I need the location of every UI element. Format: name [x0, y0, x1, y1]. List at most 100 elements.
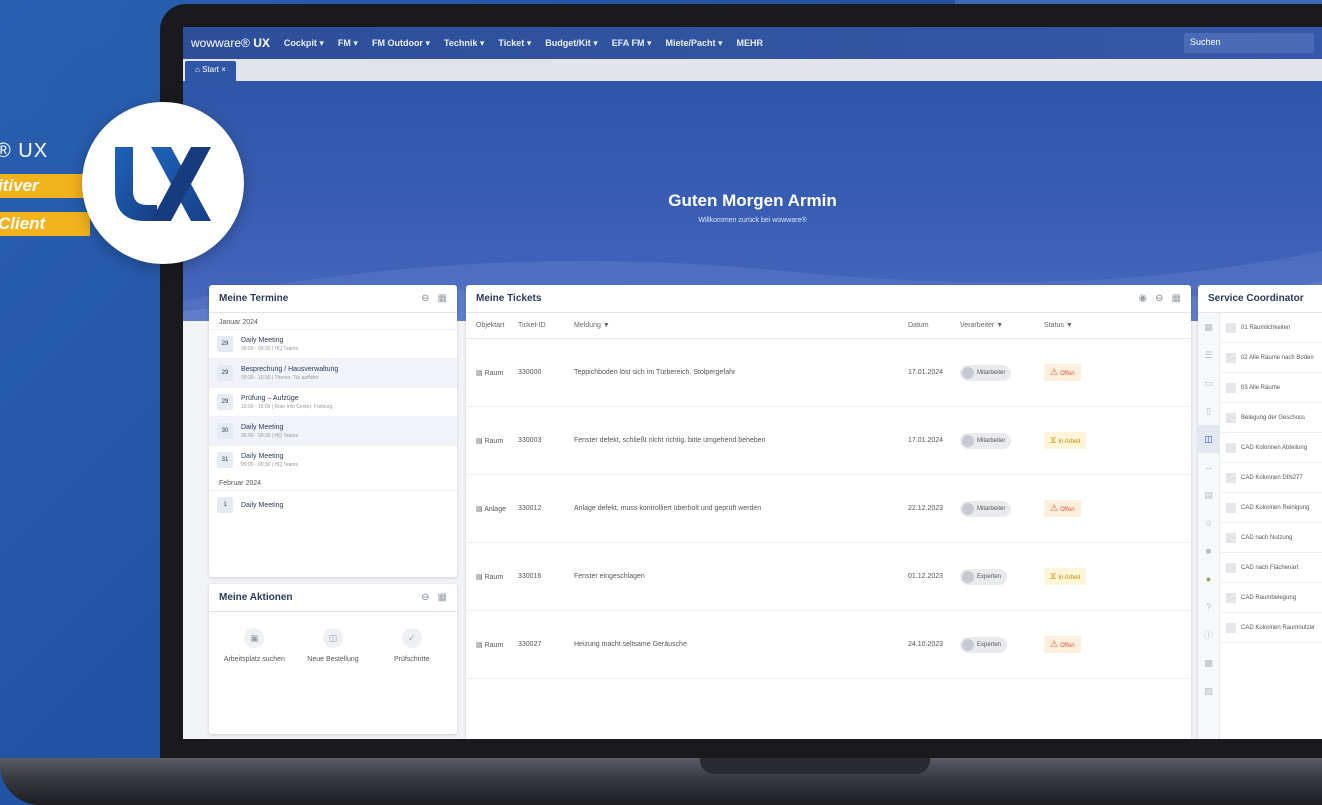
- document-icon[interactable]: ▤: [1198, 481, 1219, 509]
- minus-icon[interactable]: ⊖: [421, 293, 429, 304]
- nav-item-budget[interactable]: Budget/Kit: [545, 38, 598, 49]
- item-label: CAD nach Flächenart: [1241, 564, 1299, 571]
- assignee-chip[interactable]: Mitarbeiter: [960, 364, 1012, 381]
- cell-datum: 01.12.2023: [908, 573, 944, 580]
- list-item[interactable]: 03 Alle Räume: [1220, 373, 1322, 403]
- brand-logo[interactable]: wowware® UX: [191, 36, 270, 50]
- table-row[interactable]: ▤ Raum 330003 Fenster defekt, schließt nic…: [466, 407, 1191, 475]
- cell-type: Raum: [484, 437, 504, 445]
- minus-icon[interactable]: ⊖: [421, 592, 429, 603]
- cell-status: ⚠ Offen: [1044, 500, 1104, 517]
- action-arbeitsplatz-suchen[interactable]: ▣ Arbeitsplatz suchen: [219, 628, 289, 663]
- monitor-icon: ▣: [244, 628, 265, 648]
- nav-item-miete-pacht[interactable]: Miete/Pacht: [665, 38, 722, 49]
- col-meldung[interactable]: Meldung ▼: [574, 322, 894, 329]
- close-icon[interactable]: ×: [221, 65, 226, 74]
- help-icon[interactable]: ?: [1198, 593, 1219, 621]
- users-icon[interactable]: ☺: [1198, 509, 1219, 537]
- aktionen-header: Meine Aktionen ⊖ ▦: [209, 584, 457, 612]
- brand-ux: UX: [253, 36, 270, 50]
- door-icon[interactable]: ▯: [1198, 397, 1219, 425]
- assignee-chip[interactable]: Mitarbeiter: [960, 500, 1012, 517]
- list-item[interactable]: CAD Kolonnen Abteilung: [1220, 433, 1322, 463]
- tab-start[interactable]: ⌂ Start ×: [185, 61, 236, 81]
- appointment-title: Besprechung / Hausverwaltung: [241, 365, 339, 373]
- cell-ticket-id: 330012: [518, 505, 542, 512]
- appointment-detail: 09:00 - 09:30 | HQ Teams: [241, 461, 299, 468]
- list-item[interactable]: CAD Raumbelegung: [1220, 583, 1322, 613]
- cell-status: ⧖ In Arbeit: [1044, 432, 1104, 449]
- assignee-chip[interactable]: Mitarbeiter: [960, 432, 1012, 449]
- eye-icon[interactable]: ◉: [1138, 293, 1147, 304]
- building-icon[interactable]: ▭: [1198, 369, 1219, 397]
- list-icon[interactable]: ☰: [1198, 341, 1219, 369]
- action-neue-bestellung[interactable]: ◫ Neue Bestellung: [298, 628, 368, 663]
- col-objektart[interactable]: Objektart: [476, 322, 518, 329]
- table-icon[interactable]: ▧: [1198, 677, 1219, 705]
- filter-icon[interactable]: ▼: [1066, 322, 1073, 329]
- info-icon[interactable]: ⓘ: [1198, 621, 1219, 649]
- col-verarbeiter[interactable]: Verarbeiter ▼: [960, 322, 1044, 329]
- appointment-item[interactable]: 1 Daily Meeting: [209, 490, 457, 519]
- col-status[interactable]: Status ▼: [1044, 322, 1104, 329]
- appointment-item[interactable]: 29 Besprechung / Hausverwaltung 09:30 - 1…: [209, 358, 457, 387]
- nav-item-efa-fm[interactable]: EFA FM: [612, 38, 652, 49]
- list-item[interactable]: CAD nach Flächenart: [1220, 553, 1322, 583]
- grid-icon[interactable]: ▦: [1172, 293, 1181, 304]
- minus-icon[interactable]: ⊖: [1155, 293, 1163, 304]
- grid-icon[interactable]: ▦: [438, 293, 447, 304]
- nav-item-fm[interactable]: FM: [338, 38, 358, 49]
- status-badge: ⚠ Offen: [1044, 364, 1081, 381]
- list-item[interactable]: CAD Kolonnen Raumnutzer: [1220, 613, 1322, 643]
- grid-icon[interactable]: ▦: [438, 592, 447, 603]
- filter-icon[interactable]: ▼: [996, 322, 1003, 329]
- object-icon: ▤: [476, 369, 483, 377]
- filter-icon[interactable]: ▼: [603, 322, 610, 329]
- list-item[interactable]: 02 Alle Räume nach Boden: [1220, 343, 1322, 373]
- item-label: 03 Alle Räume: [1241, 384, 1281, 391]
- nav-item-ticket[interactable]: Ticket: [498, 38, 531, 49]
- nav-item-fm-outdoor[interactable]: FM Outdoor: [372, 38, 430, 49]
- square-icon[interactable]: ■: [1198, 537, 1219, 565]
- cell-meldung: Heizung macht seltsame Geräusche: [574, 641, 687, 648]
- cell-ticket-id: 330027: [518, 641, 542, 648]
- image-icon[interactable]: ▩: [1198, 649, 1219, 677]
- grid-icon[interactable]: ▦: [1198, 313, 1219, 341]
- list-item[interactable]: CAD Kolonnen DIN277: [1220, 463, 1322, 493]
- folder-icon[interactable]: ◫: [1198, 425, 1219, 453]
- assignee-chip[interactable]: Experten: [960, 568, 1008, 585]
- status-badge: ⚠ Offen: [1044, 500, 1081, 517]
- nav-item-technik[interactable]: Technik: [444, 38, 484, 49]
- search-input[interactable]: Suchen: [1184, 33, 1314, 53]
- item-icon: [1226, 412, 1236, 423]
- table-row[interactable]: ▤ Anlage 330012 Anlage defekt, muss kontro…: [466, 475, 1191, 543]
- list-item[interactable]: 01 Räumlichkeiten: [1220, 313, 1322, 343]
- avatar: [962, 434, 974, 447]
- appointment-item[interactable]: 29 Prüfung – Aufzüge 10:00 - 16:00 | Rote…: [209, 387, 457, 416]
- nav-item-more[interactable]: MEHR: [737, 38, 764, 48]
- table-row[interactable]: ▤ Raum 330027 Heizung macht seltsame Geräu…: [466, 611, 1191, 679]
- cell-objektart: ▤ Raum: [476, 369, 518, 377]
- plant-icon[interactable]: ●: [1198, 565, 1219, 593]
- appointment-day: 29: [217, 336, 233, 352]
- cell-type: Raum: [484, 641, 504, 649]
- list-item[interactable]: CAD nach Nutzung: [1220, 523, 1322, 553]
- appointment-detail: 10:00 - 16:00 | Rote Info Center, Freibu…: [241, 403, 333, 410]
- nav-item-cockpit[interactable]: Cockpit: [284, 38, 324, 49]
- appointment-item[interactable]: 29 Daily Meeting 09:00 - 09:30 | HQ Teams: [209, 329, 457, 358]
- col-datum[interactable]: Datum: [908, 322, 960, 329]
- list-item[interactable]: Belegung der Geschoss: [1220, 403, 1322, 433]
- item-icon: [1226, 442, 1236, 453]
- table-row[interactable]: ▤ Raum 330000 Teppichboden löst sich im Tü…: [466, 339, 1191, 407]
- laptop-base: [0, 758, 1322, 805]
- list-item[interactable]: CAD Kolonnen Reinigung: [1220, 493, 1322, 523]
- cell-type: Anlage: [484, 505, 506, 513]
- appointment-detail: 09:30 - 10:30 | Thema: Tür auffahrt: [241, 374, 319, 381]
- action-pruefschritte[interactable]: ✓ Prüfschritte: [377, 628, 447, 663]
- appointment-item[interactable]: 31 Daily Meeting 09:00 - 09:30 | HQ Teams: [209, 445, 457, 474]
- appointment-item[interactable]: 30 Daily Meeting 09:00 - 09:30 | HQ Teams: [209, 416, 457, 445]
- arrows-icon[interactable]: ↔: [1198, 453, 1219, 481]
- assignee-chip[interactable]: Experten: [960, 636, 1008, 653]
- table-row[interactable]: ▤ Raum 330016 Fenster eingeschlagen 01.12.2…: [466, 543, 1191, 611]
- col-ticket-id[interactable]: Ticket-ID: [518, 322, 574, 329]
